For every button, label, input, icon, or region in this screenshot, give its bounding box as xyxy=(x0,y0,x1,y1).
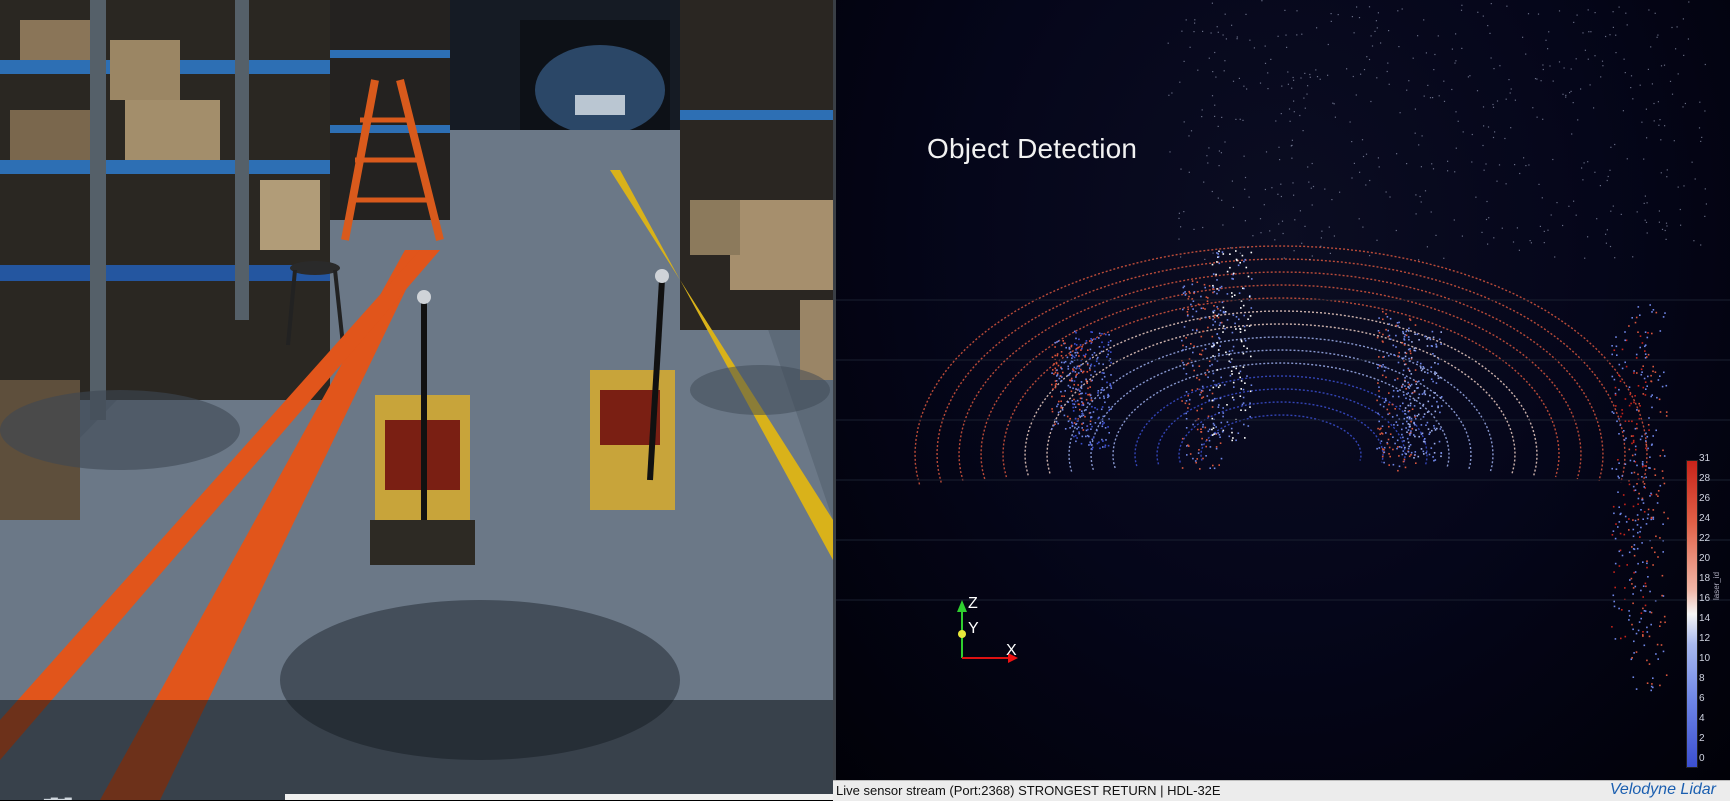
laser-id-colorbar xyxy=(1686,460,1698,768)
axis-z-label: Z xyxy=(968,595,978,612)
camera-view: ▁▂▁▂ xyxy=(0,0,833,800)
colorbar-tick: 22 xyxy=(1699,533,1711,544)
colorbar-ticks: 31 28 26 24 22 20 18 16 14 12 10 8 6 4 2 0 xyxy=(1699,454,1729,770)
colorbar-tick: 8 xyxy=(1699,673,1705,684)
stream-status-text: Live sensor stream (Port:2368) STRONGEST… xyxy=(836,783,1221,798)
camera-footer-mark: ▁▂▁▂ xyxy=(44,790,72,800)
colorbar-tick: 0 xyxy=(1699,753,1705,764)
warehouse-scene xyxy=(0,0,833,800)
lidar-render-view[interactable]: Object Detection Z Y X 31 28 26 24 22 20 18 16 1… xyxy=(836,0,1730,780)
colorbar-field-label: laser_id xyxy=(1712,571,1721,600)
colorbar-tick: 12 xyxy=(1699,633,1711,644)
colorbar-tick: 20 xyxy=(1699,553,1711,564)
axis-y-label: Y xyxy=(968,620,979,637)
colorbar-tick: 4 xyxy=(1699,713,1705,724)
colorbar-tick: 14 xyxy=(1699,613,1711,624)
colorbar-tick: 24 xyxy=(1699,513,1711,524)
colorbar-tick: 18 xyxy=(1699,573,1711,584)
velodyne-logo: Velodyne Lidar xyxy=(1609,781,1716,798)
colorbar-tick: 16 xyxy=(1699,593,1711,604)
colorbar-tick: 26 xyxy=(1699,493,1711,504)
colorbar-tick: 10 xyxy=(1699,653,1711,664)
orientation-axes: Z Y X xyxy=(946,590,1056,670)
status-bar: Live sensor stream (Port:2368) STRONGEST… xyxy=(833,780,1730,801)
colorbar-tick: 28 xyxy=(1699,473,1711,484)
colorbar-tick: 2 xyxy=(1699,733,1705,744)
camera-footer-bar xyxy=(285,794,833,800)
colorbar-tick: 6 xyxy=(1699,693,1705,704)
overlay-title: Object Detection xyxy=(927,133,1138,164)
axis-x-label: X xyxy=(1006,642,1017,659)
colorbar-tick: 31 xyxy=(1699,453,1711,464)
